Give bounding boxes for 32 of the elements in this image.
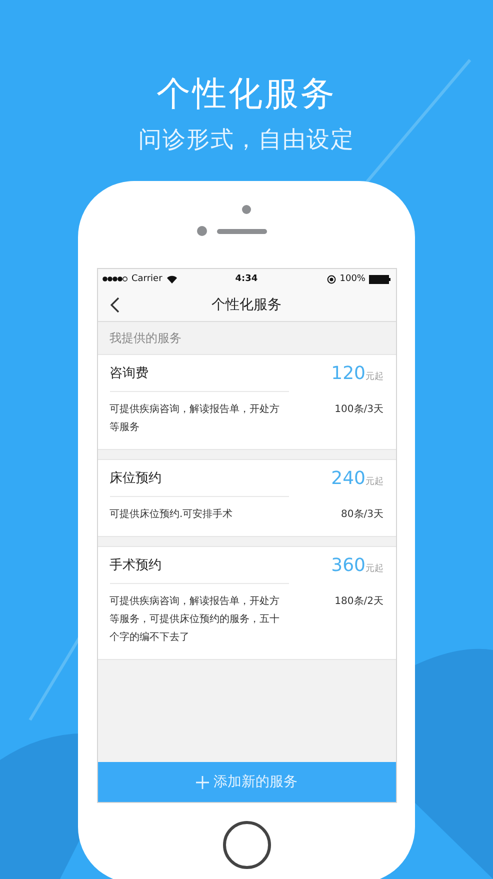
- service-description: 可提供疾病咨询，解读报告单，开处方等服务，可提供床位预约的服务，五十个字的编不下去了: [110, 594, 280, 645]
- carrier-label: Carrier: [132, 274, 162, 284]
- service-quota: 100条/3天: [334, 403, 384, 417]
- service-card[interactable]: 咨询费 120元起 可提供疾病咨询，解读报告单，开处方等服务 100条/3天: [98, 354, 396, 450]
- speaker-icon: [216, 228, 266, 234]
- service-card[interactable]: 手术预约 360元起 可提供疾病咨询，解读报告单，开处方等服务，可提供床位预约的服务，五十个字的编不下去了 180条/2天: [98, 546, 396, 660]
- battery-icon: [369, 274, 392, 284]
- service-price: 120元起: [331, 362, 384, 384]
- service-card[interactable]: 床位预约 240元起 可提供床位预约.可安排手术 80条/3天: [98, 459, 396, 537]
- service-description: 可提供床位预约.可安排手术: [110, 508, 234, 522]
- plus-icon: [196, 776, 208, 788]
- sensor-icon: [196, 226, 206, 236]
- subheadline: 问诊形式，自由设定: [138, 126, 354, 154]
- service-quota: 180条/2天: [334, 595, 384, 609]
- screen-title: 个性化服务: [212, 296, 282, 314]
- service-price: 360元起: [331, 554, 384, 576]
- home-button[interactable]: [222, 821, 270, 869]
- rotation-lock-icon: [326, 274, 336, 284]
- service-name: 床位预约: [110, 470, 162, 487]
- service-name: 咨询费: [110, 365, 148, 382]
- headline: 个性化服务: [156, 74, 336, 114]
- signal-icon: [102, 276, 128, 282]
- service-description: 可提供疾病咨询，解读报告单，开处方等服务: [110, 402, 280, 435]
- service-price: 240元起: [331, 468, 384, 488]
- service-name: 手术预约: [110, 557, 162, 574]
- section-header: 我提供的服务: [108, 330, 182, 347]
- service-quota: 80条/3天: [341, 508, 384, 522]
- camera-icon: [242, 205, 251, 214]
- status-time: 4:34: [235, 274, 258, 284]
- wifi-icon: [166, 274, 178, 284]
- back-icon[interactable]: [110, 297, 120, 313]
- battery-percent: 100%: [340, 274, 366, 284]
